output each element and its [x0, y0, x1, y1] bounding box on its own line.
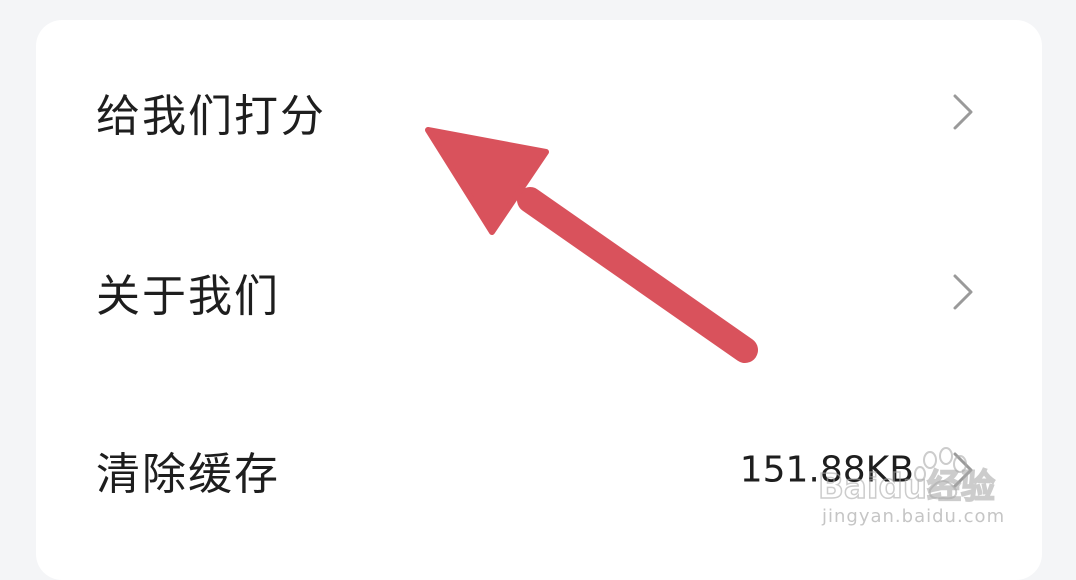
settings-item-label: 给我们打分 — [96, 91, 326, 142]
settings-card: 给我们打分 关于我们 清除缓存 151.88KB — [36, 20, 1042, 580]
chevron-right-icon — [953, 94, 973, 130]
settings-item-about-us[interactable]: 关于我们 — [36, 242, 1042, 342]
settings-item-clear-cache[interactable]: 清除缓存 151.88KB — [36, 420, 1042, 520]
chevron-right-icon — [953, 452, 973, 488]
settings-item-rate-us[interactable]: 给我们打分 — [36, 62, 1042, 162]
cache-size-value: 151.88KB — [739, 449, 914, 491]
chevron-right-icon — [953, 274, 973, 310]
settings-item-label: 关于我们 — [96, 271, 280, 322]
settings-item-label: 清除缓存 — [96, 449, 280, 500]
